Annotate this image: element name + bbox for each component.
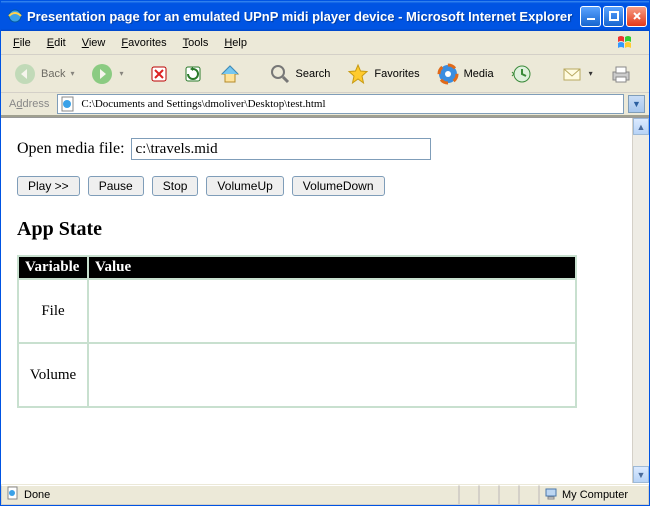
col-variable: Variable [18,256,88,279]
zone-text: My Computer [562,489,628,501]
vertical-scrollbar[interactable]: ▲ ▼ [632,118,649,483]
address-bar: Address ▼ [1,93,649,117]
address-label: Address [5,98,53,110]
chevron-down-icon: ▾ [70,69,74,78]
print-icon [609,62,633,86]
menu-help[interactable]: Help [216,34,255,52]
close-button[interactable] [626,6,647,27]
volume-up-button[interactable]: VolumeUp [206,176,283,196]
app-state-table: Variable Value File Volume [17,255,577,408]
table-row: File [18,279,576,343]
scroll-down-button[interactable]: ▼ [633,466,649,483]
stop-button-toolbar[interactable] [144,59,174,89]
forward-button: ▾ [84,59,129,89]
scroll-up-button[interactable]: ▲ [633,118,649,135]
window-buttons [580,6,647,27]
status-pane-5 [519,485,539,505]
status-pane-4 [499,485,519,505]
history-icon [510,62,534,86]
menu-view[interactable]: View [74,34,114,52]
refresh-button[interactable] [178,59,208,89]
mail-button[interactable]: ▾ [554,59,599,89]
home-button[interactable] [212,59,248,89]
cell-variable: Volume [18,343,88,407]
cell-value [88,279,576,343]
address-input[interactable] [79,97,621,111]
windows-flag-icon [609,32,645,54]
back-button: Back ▾ [7,59,80,89]
control-buttons: Play >> Pause Stop VolumeUp VolumeDown [17,176,616,196]
stop-icon [150,65,168,83]
cell-value [88,343,576,407]
star-icon [346,62,370,86]
ie-logo-icon [7,8,23,24]
favorites-button[interactable]: Favorites [340,59,425,89]
print-button[interactable] [603,59,639,89]
table-header-row: Variable Value [18,256,576,279]
status-bar: Done My Computer [1,483,649,505]
menu-edit[interactable]: Edit [39,34,74,52]
open-file-label: Open media file: [17,140,125,158]
minimize-button[interactable] [580,6,601,27]
ie-page-icon [60,96,76,112]
status-pane-3 [479,485,499,505]
page-body: Open media file: Play >> Pause Stop Volu… [1,118,632,483]
security-zone: My Computer [539,485,649,505]
address-field-wrapper[interactable] [57,94,624,114]
ie-page-icon [6,486,20,503]
status-text: Done [24,489,50,501]
table-row: Volume [18,343,576,407]
menubar: File Edit View Favorites Tools Help [1,31,649,55]
my-computer-icon [544,486,558,503]
refresh-icon [184,65,202,83]
media-icon [436,62,460,86]
edit-button[interactable] [643,59,650,89]
viewport: Open media file: Play >> Pause Stop Volu… [1,117,649,483]
menu-favorites[interactable]: Favorites [113,34,174,52]
menu-tools[interactable]: Tools [175,34,217,52]
status-pane-2 [459,485,479,505]
forward-icon [90,62,114,86]
ie-window: Presentation page for an emulated UPnP m… [0,0,650,506]
search-icon [268,62,292,86]
media-button[interactable]: Media [430,59,500,89]
volume-down-button[interactable]: VolumeDown [292,176,385,196]
pause-button[interactable]: Pause [88,176,144,196]
app-state-heading: App State [17,218,616,241]
address-dropdown-button[interactable]: ▼ [628,95,645,113]
chevron-down-icon: ▾ [589,69,593,78]
home-icon [218,62,242,86]
scroll-track[interactable] [633,135,649,466]
mail-icon [560,62,584,86]
maximize-button[interactable] [603,6,624,27]
back-icon [13,62,37,86]
status-pane: Done [1,485,459,505]
cell-variable: File [18,279,88,343]
window-title: Presentation page for an emulated UPnP m… [27,9,580,24]
search-button[interactable]: Search [262,59,337,89]
open-file-input[interactable] [131,138,431,160]
col-value: Value [88,256,576,279]
menu-file[interactable]: File [5,34,39,52]
history-button[interactable] [504,59,540,89]
titlebar[interactable]: Presentation page for an emulated UPnP m… [1,1,649,31]
stop-button[interactable]: Stop [152,176,199,196]
open-file-row: Open media file: [17,138,616,160]
play-button[interactable]: Play >> [17,176,80,196]
chevron-down-icon: ▾ [119,69,123,78]
toolbar: Back ▾ ▾ Search Favorites Media [1,55,649,93]
chevron-down-icon: ▼ [632,99,641,109]
